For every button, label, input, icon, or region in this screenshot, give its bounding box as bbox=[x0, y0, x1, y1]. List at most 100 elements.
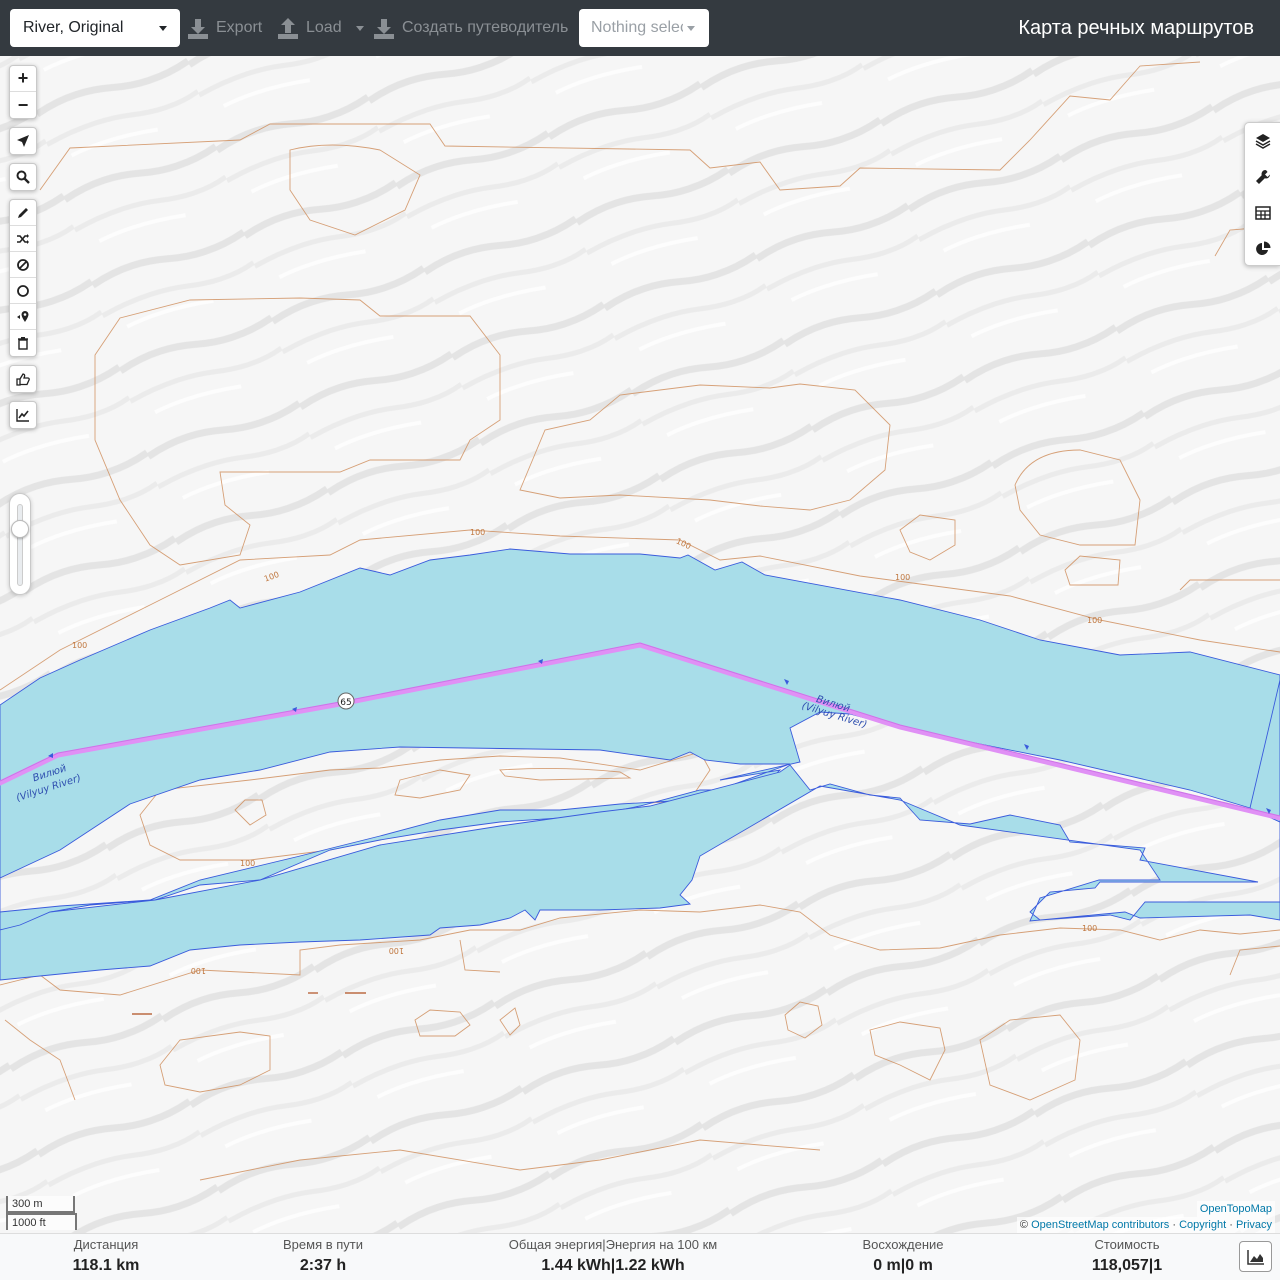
trash-icon bbox=[18, 337, 28, 350]
stat-value: 118,057|1 bbox=[1091, 1257, 1163, 1274]
table-button[interactable] bbox=[1245, 195, 1280, 231]
chart-icon bbox=[1246, 1249, 1264, 1265]
road-badge: 65 bbox=[337, 692, 355, 710]
thumb-icon bbox=[16, 373, 30, 386]
settings-button[interactable] bbox=[1245, 159, 1280, 195]
stat-label: Время в пути bbox=[283, 1237, 363, 1252]
stat-energy: Общая энергия|Энергия на 100 км 1.44 kWh… bbox=[509, 1236, 717, 1278]
stat-label: Общая энергия|Энергия на 100 км bbox=[508, 1237, 718, 1252]
stat-time: Время в пути 2:37 h bbox=[283, 1236, 363, 1278]
stat-value: 1.44 kWh|1.22 kWh bbox=[541, 1257, 685, 1274]
top-navbar: River, Original Export Load Создать путе… bbox=[0, 0, 1280, 56]
zoom-in-icon: + bbox=[17, 68, 29, 88]
privacy-link[interactable]: Privacy bbox=[1236, 1219, 1272, 1231]
create-guide-button[interactable]: Создать путеводитель bbox=[374, 9, 568, 47]
elevation-icon bbox=[16, 409, 29, 422]
shuffle-button[interactable] bbox=[10, 226, 36, 252]
zoom-control: + − bbox=[9, 65, 37, 119]
contour-label: 100 bbox=[1087, 616, 1102, 625]
route-stats-bar: Дистанция 118.1 km Время в пути 2:37 h О… bbox=[0, 1233, 1280, 1280]
draw-route-button[interactable] bbox=[10, 200, 36, 226]
separator: · bbox=[1172, 1219, 1176, 1231]
scale-metric: 300 m bbox=[6, 1196, 75, 1213]
layers-icon bbox=[1255, 134, 1270, 149]
tile-attribution: OpenTopoMap bbox=[1196, 1201, 1275, 1217]
contour-label: 100 bbox=[191, 966, 206, 975]
stat-ascent: Восхождение 0 m|0 m bbox=[862, 1236, 943, 1278]
table-icon bbox=[1254, 206, 1271, 220]
upload-icon bbox=[278, 17, 298, 39]
stat-label: Восхождение bbox=[862, 1237, 944, 1252]
stat-distance: Дистанция 118.1 km bbox=[73, 1236, 140, 1278]
statistics-button[interactable] bbox=[1245, 231, 1280, 267]
elevation-control bbox=[9, 401, 37, 429]
shuffle-icon bbox=[17, 233, 29, 244]
poi-button[interactable] bbox=[10, 304, 36, 330]
stat-cost: Стоимость 118,057|1 bbox=[1092, 1236, 1162, 1278]
export-label: Export bbox=[216, 19, 263, 36]
contour-label: 100 bbox=[470, 528, 485, 537]
osm-attribution: © OpenStreetMap contributors · Copyright… bbox=[1016, 1217, 1275, 1233]
road-badge-number: 65 bbox=[340, 698, 351, 708]
locate-control bbox=[9, 127, 37, 155]
thumb-button[interactable] bbox=[10, 366, 36, 392]
stat-value: 118.1 km bbox=[72, 1257, 140, 1274]
contour-label: 100 bbox=[1082, 924, 1097, 933]
zoom-in-button[interactable]: + bbox=[10, 66, 36, 92]
delete-route-button[interactable] bbox=[10, 330, 36, 356]
load-button[interactable]: Load bbox=[278, 9, 364, 47]
search-control bbox=[9, 163, 37, 191]
draw-icon bbox=[18, 207, 28, 218]
stat-value: 2:37 h bbox=[299, 1257, 347, 1274]
search-button[interactable] bbox=[10, 164, 36, 190]
copyright-symbol: © bbox=[1019, 1219, 1029, 1231]
opentopomap-link[interactable]: OpenTopoMap bbox=[1200, 1203, 1272, 1215]
osm-contributors-link[interactable]: OpenStreetMap contributors bbox=[1031, 1219, 1169, 1231]
opacity-slider[interactable] bbox=[9, 493, 31, 595]
contour-label: 100 bbox=[72, 641, 87, 650]
download-icon bbox=[374, 17, 394, 39]
poi-icon bbox=[17, 310, 29, 322]
zoom-out-button[interactable]: − bbox=[10, 92, 36, 118]
map-layer: 100 100 100 100 100 100 100 100 100 100 … bbox=[0, 56, 1280, 1233]
map-canvas[interactable]: 100 100 100 100 100 100 100 100 100 100 … bbox=[0, 56, 1280, 1233]
create-guide-label: Создать путеводитель bbox=[402, 19, 569, 36]
circle-button[interactable] bbox=[10, 278, 36, 304]
locate-button[interactable] bbox=[10, 128, 36, 154]
pie-icon bbox=[1255, 241, 1270, 255]
contour-label: 100 bbox=[240, 859, 255, 868]
route-select-value: Nothing selected bbox=[591, 19, 683, 36]
scale-imperial: 1000 ft bbox=[6, 1213, 77, 1230]
profile-select-value: River, Original bbox=[23, 19, 124, 36]
circle-icon bbox=[17, 284, 29, 297]
chevron-down-icon bbox=[687, 26, 695, 31]
separator: · bbox=[1229, 1219, 1233, 1231]
elevation-chart-button[interactable] bbox=[1239, 1241, 1272, 1272]
stat-label: Стоимость bbox=[1094, 1237, 1160, 1252]
right-toolbar bbox=[1244, 122, 1280, 266]
draw-toolbar bbox=[9, 199, 37, 357]
nogo-area-button[interactable] bbox=[10, 252, 36, 278]
slider-track bbox=[17, 504, 23, 586]
route-select[interactable]: Nothing selected bbox=[579, 9, 709, 47]
profile-select[interactable]: River, Original bbox=[10, 9, 180, 47]
rate-control bbox=[9, 365, 37, 393]
copyright-link[interactable]: Copyright bbox=[1179, 1219, 1226, 1231]
stat-value: 0 m|0 m bbox=[873, 1257, 933, 1274]
chevron-down-icon bbox=[159, 26, 167, 31]
search-icon bbox=[16, 170, 30, 184]
export-button[interactable]: Export bbox=[188, 9, 262, 47]
locate-icon bbox=[17, 135, 29, 147]
slider-thumb[interactable] bbox=[11, 520, 29, 538]
wrench-icon bbox=[1255, 170, 1270, 184]
contour-label: 100 bbox=[895, 573, 910, 582]
download-icon bbox=[188, 17, 208, 39]
nogo-icon bbox=[17, 258, 29, 271]
layers-button[interactable] bbox=[1245, 123, 1280, 159]
chevron-down-icon bbox=[355, 25, 364, 31]
zoom-out-icon: − bbox=[17, 94, 29, 115]
elevation-button[interactable] bbox=[10, 402, 36, 428]
stat-label: Дистанция bbox=[73, 1237, 139, 1252]
app-title: Карта речных маршрутов bbox=[1018, 17, 1254, 39]
load-label: Load bbox=[306, 19, 342, 36]
